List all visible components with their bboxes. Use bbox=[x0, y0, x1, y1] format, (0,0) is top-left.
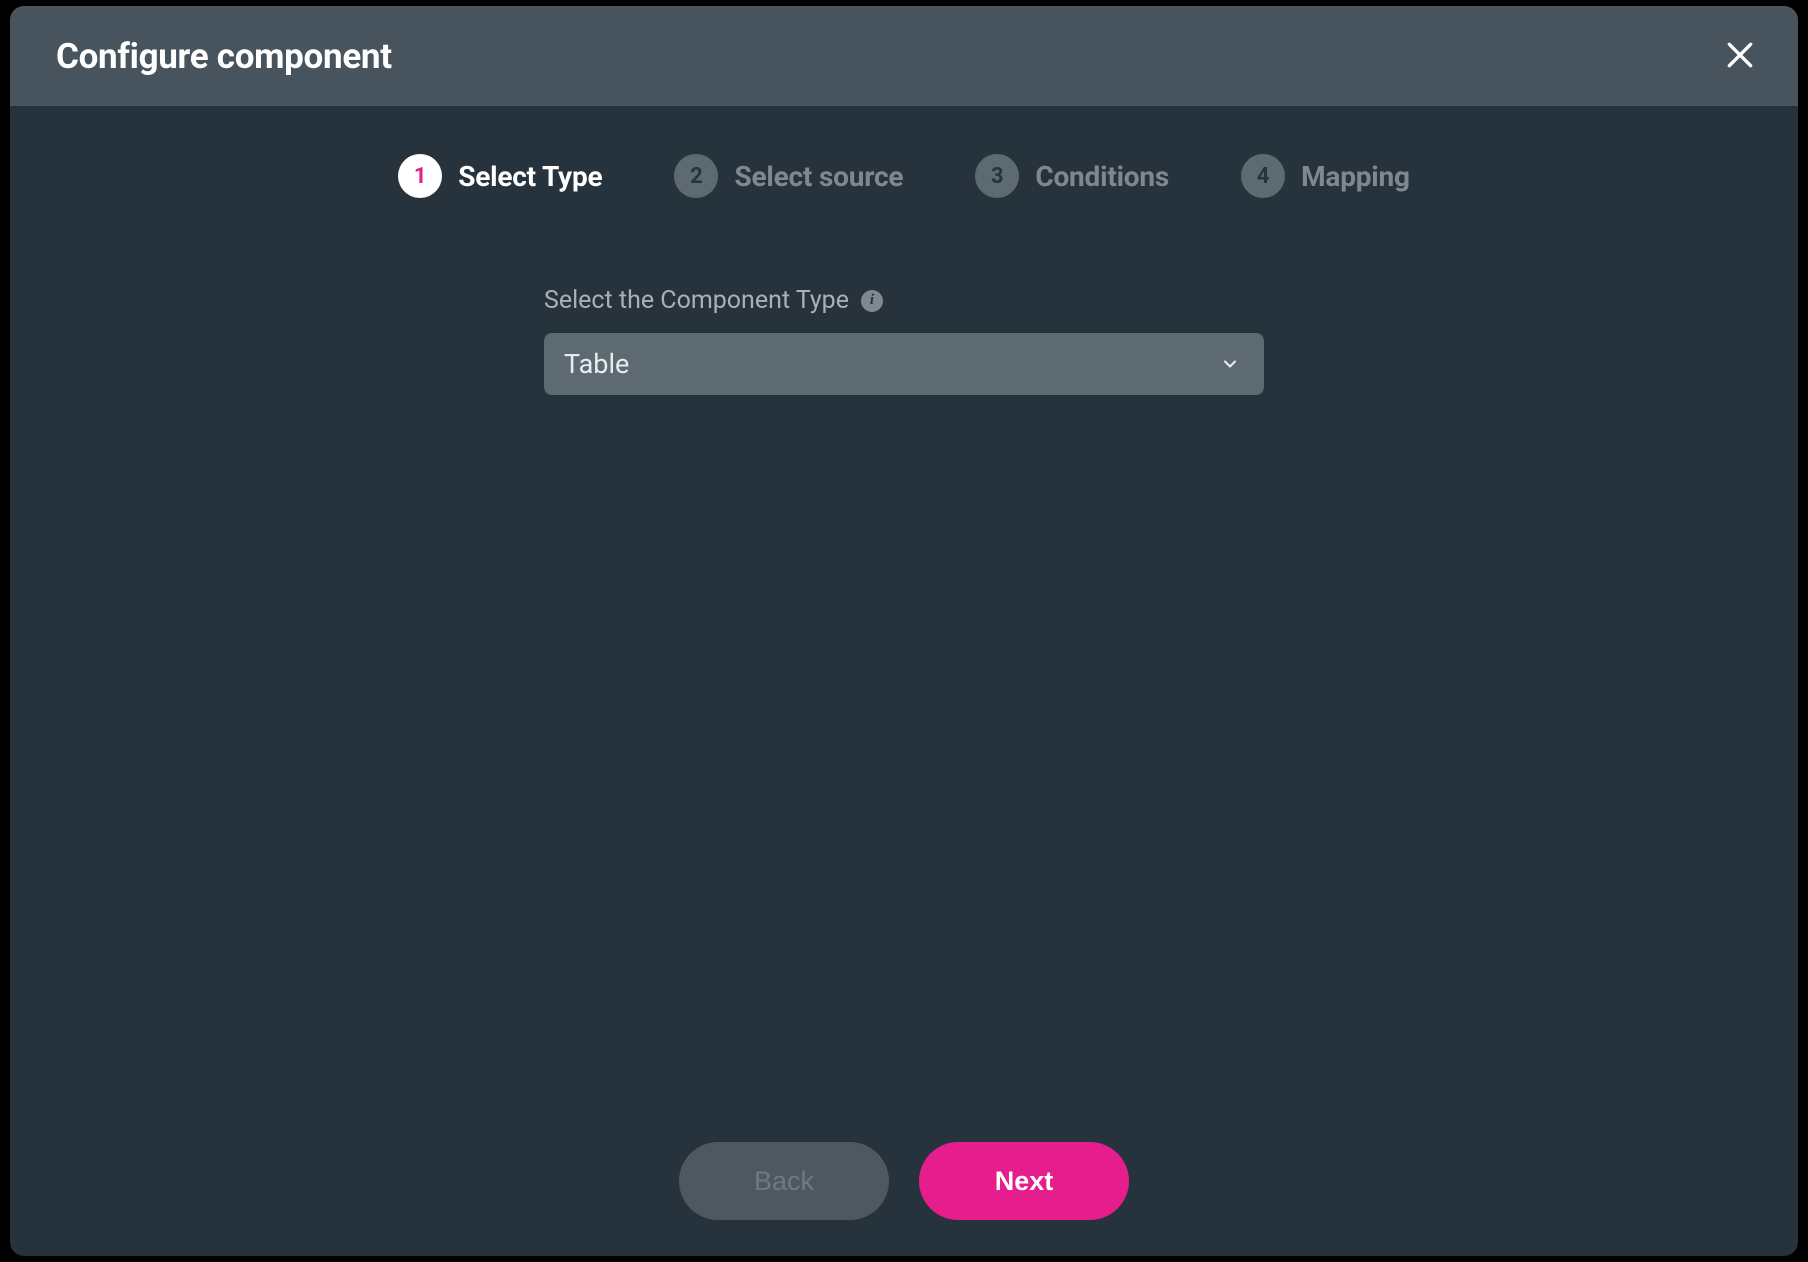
next-button[interactable]: Next bbox=[919, 1142, 1129, 1220]
chevron-down-icon bbox=[1220, 354, 1240, 374]
component-type-label: Select the Component Type bbox=[544, 286, 849, 315]
step-select-source[interactable]: 2 Select source bbox=[674, 154, 903, 198]
close-button[interactable] bbox=[1720, 36, 1760, 76]
step-label: Select source bbox=[734, 160, 903, 193]
step-conditions[interactable]: 3 Conditions bbox=[975, 154, 1169, 198]
step-number-badge: 3 bbox=[975, 154, 1019, 198]
wizard-stepper: 1 Select Type 2 Select source 3 Conditio… bbox=[10, 106, 1798, 246]
step-number-badge: 4 bbox=[1241, 154, 1285, 198]
field-label-row: Select the Component Type i bbox=[544, 286, 1264, 315]
step-label: Select Type bbox=[458, 160, 602, 193]
step-mapping[interactable]: 4 Mapping bbox=[1241, 154, 1410, 198]
form-area: Select the Component Type i Table bbox=[544, 286, 1264, 395]
step-select-type[interactable]: 1 Select Type bbox=[398, 154, 602, 198]
close-icon bbox=[1724, 39, 1756, 74]
step-number-badge: 2 bbox=[674, 154, 718, 198]
step-label: Mapping bbox=[1301, 160, 1410, 193]
select-value: Table bbox=[564, 348, 629, 380]
modal-header: Configure component bbox=[10, 6, 1798, 106]
back-button[interactable]: Back bbox=[679, 1142, 889, 1220]
info-icon[interactable]: i bbox=[861, 290, 883, 312]
modal-title: Configure component bbox=[56, 36, 392, 77]
wizard-footer: Back Next bbox=[10, 1142, 1798, 1256]
step-label: Conditions bbox=[1035, 160, 1169, 193]
step-number-badge: 1 bbox=[398, 154, 442, 198]
configure-component-modal: Configure component 1 Select Type 2 Sele… bbox=[10, 6, 1798, 1256]
component-type-select[interactable]: Table bbox=[544, 333, 1264, 395]
